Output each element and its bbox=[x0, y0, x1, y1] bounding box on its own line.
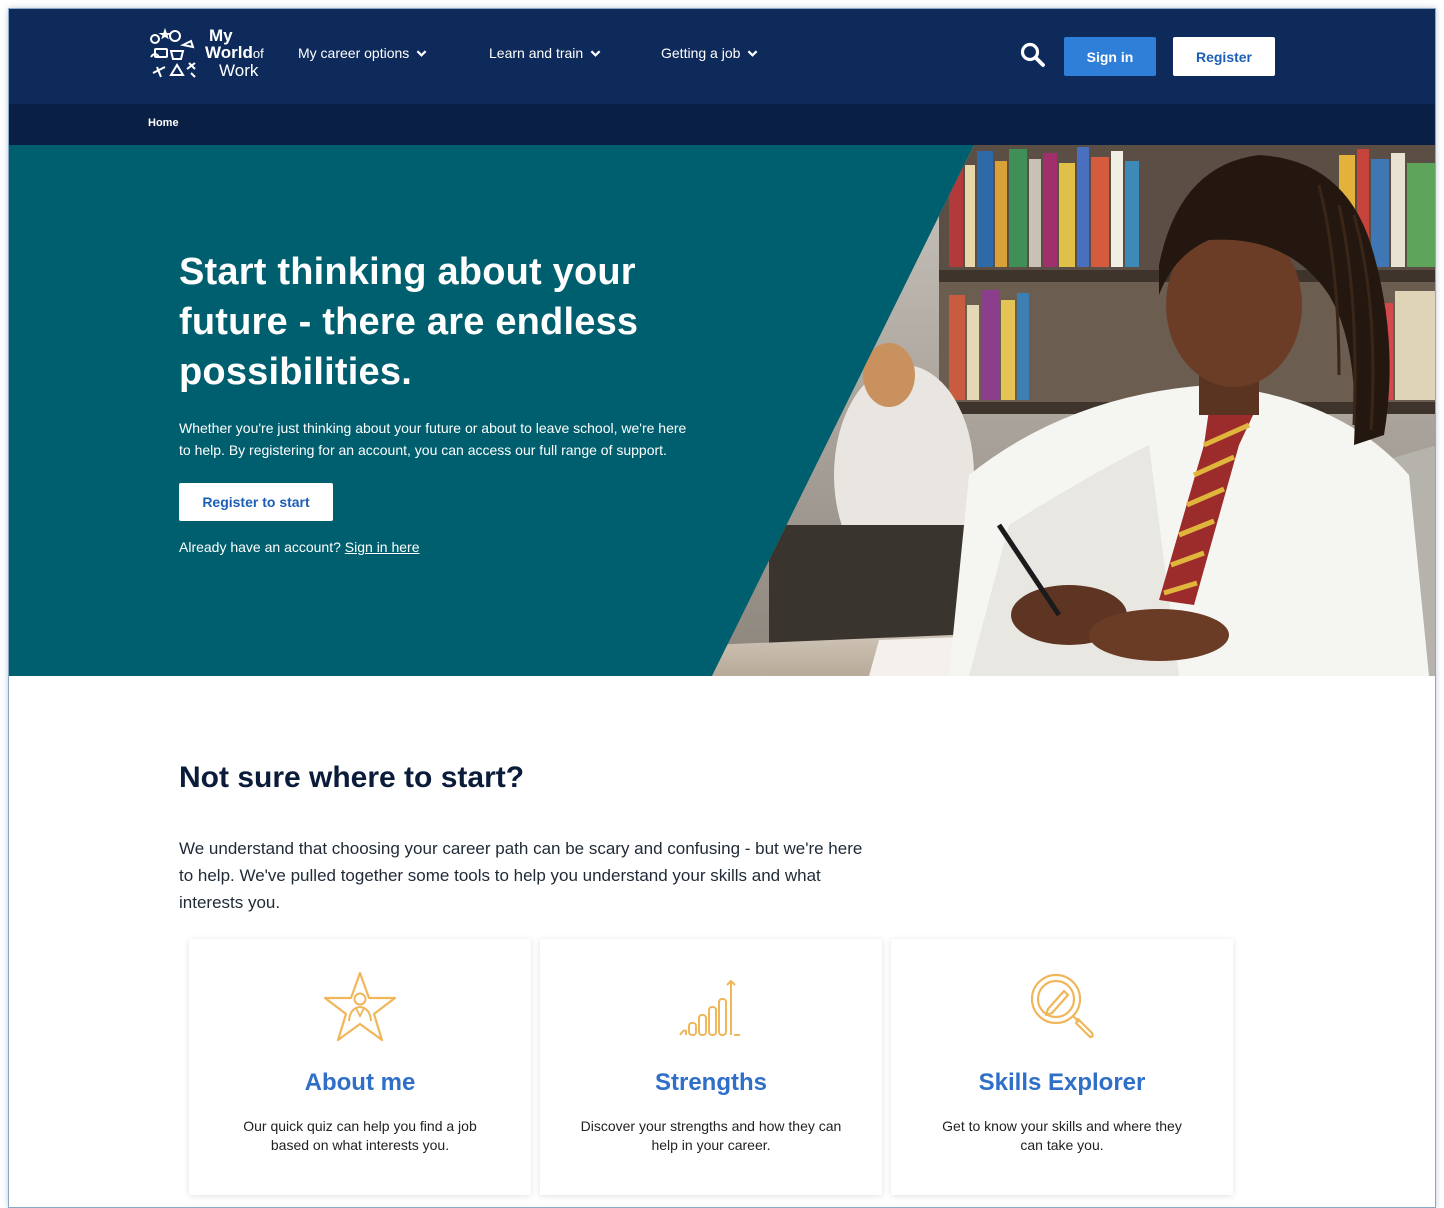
card-about-me[interactable]: About me Our quick quiz can help you fin… bbox=[189, 939, 531, 1195]
chevron-down-icon bbox=[590, 49, 601, 57]
star-person-icon bbox=[323, 971, 397, 1042]
site-logo[interactable]: My Worldof Work bbox=[147, 27, 287, 83]
sign-in-button[interactable]: Sign in bbox=[1064, 37, 1156, 76]
search-icon[interactable] bbox=[1019, 41, 1047, 69]
logo-line1: My bbox=[209, 26, 233, 45]
nav-getting-a-job[interactable]: Getting a job bbox=[661, 45, 758, 61]
card-description: Get to know your skills and where they c… bbox=[942, 1118, 1182, 1153]
bar-chart-icon bbox=[679, 980, 740, 1036]
hero-title: Start thinking about your future - there… bbox=[179, 251, 639, 393]
card-title: About me bbox=[304, 1069, 416, 1096]
section-description: We understand that choosing your career … bbox=[179, 839, 863, 912]
nav-label: Learn and train bbox=[489, 45, 584, 61]
logo-text: My Worldof Work bbox=[205, 27, 264, 79]
card-description: Discover your strengths and how they can… bbox=[580, 1118, 842, 1153]
magnifier-pencil-icon bbox=[1030, 973, 1094, 1039]
card-title: Strengths bbox=[654, 1069, 767, 1096]
chevron-down-icon bbox=[747, 49, 758, 57]
nav-label: Getting a job bbox=[661, 45, 741, 61]
browser-frame: My Worldof Work My career options Learn … bbox=[8, 8, 1436, 1208]
logo-icons-icon bbox=[150, 27, 196, 78]
card-strengths[interactable]: Strengths Discover your strengths and ho… bbox=[540, 939, 882, 1195]
register-button[interactable]: Register bbox=[1173, 37, 1275, 76]
hero-content: Start thinking about your future - there… bbox=[179, 247, 699, 555]
sign-in-here-link[interactable]: Sign in here bbox=[345, 539, 420, 555]
breadcrumb-home-link[interactable]: Home bbox=[148, 117, 179, 129]
card-skills-explorer[interactable]: Skills Explorer Get to know your skills … bbox=[891, 939, 1233, 1195]
register-to-start-button[interactable]: Register to start bbox=[179, 483, 333, 521]
hero-banner: Start thinking about your future - there… bbox=[9, 145, 1435, 676]
breadcrumb: Home bbox=[9, 104, 1435, 145]
nav-my-career-options[interactable]: My career options bbox=[298, 45, 427, 61]
already-have-account: Already have an account? Sign in here bbox=[179, 539, 420, 555]
section-title: Not sure where to start? bbox=[179, 761, 525, 794]
logo-line2: Worldof bbox=[205, 43, 264, 62]
logo-line3: Work bbox=[219, 61, 259, 80]
hero-description: Whether you're just thinking about your … bbox=[179, 420, 687, 458]
nav-learn-and-train[interactable]: Learn and train bbox=[489, 45, 601, 61]
card-description: Our quick quiz can help you find a job b… bbox=[243, 1118, 477, 1153]
nav-label: My career options bbox=[298, 45, 410, 61]
chevron-down-icon bbox=[416, 49, 427, 57]
site-header: My Worldof Work My career options Learn … bbox=[9, 9, 1435, 104]
card-title: Skills Explorer bbox=[978, 1069, 1146, 1096]
